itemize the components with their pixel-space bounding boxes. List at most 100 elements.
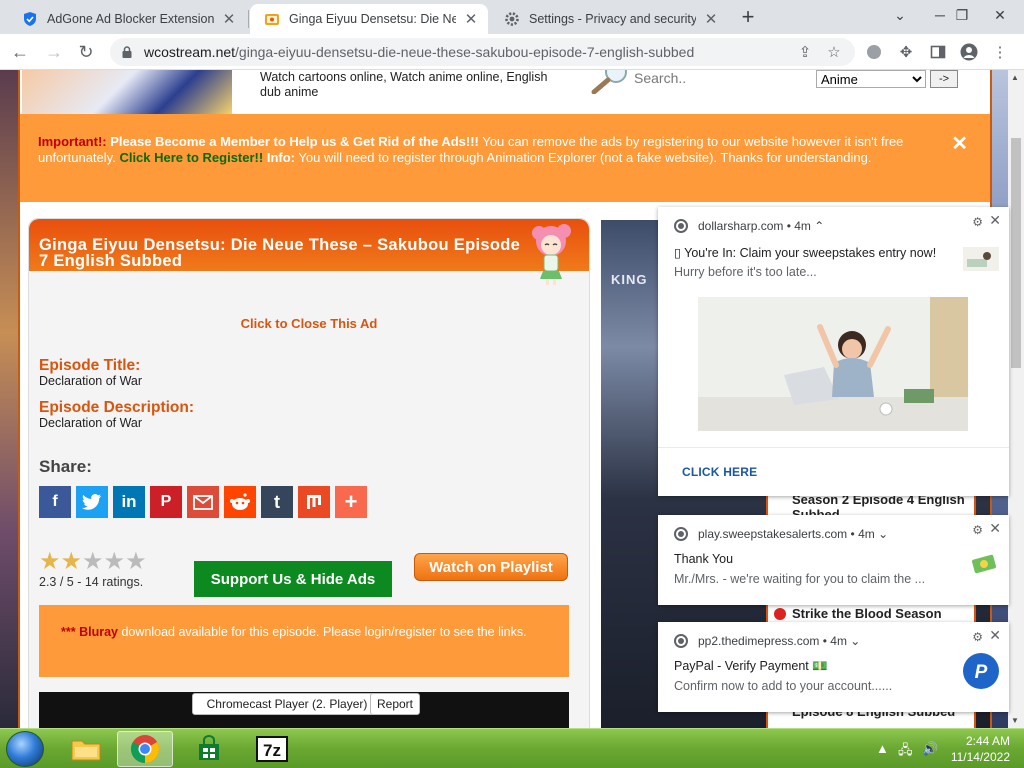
close-notification-icon[interactable]: ✕ <box>989 520 1001 537</box>
star-empty-icon[interactable]: ★ <box>125 550 147 574</box>
network-icon[interactable]: 🖧 <box>898 741 913 763</box>
notification-settings-icon[interactable]: ⚙ <box>972 215 983 229</box>
support-us-button[interactable]: Support Us & Hide Ads <box>194 561 392 597</box>
pinterest-share-icon[interactable]: P <box>150 486 182 518</box>
report-button[interactable]: Report <box>370 693 420 715</box>
notification-body: Hurry before it's too late... <box>674 265 817 279</box>
svg-text:7z: 7z <box>263 741 281 760</box>
play-bullet-icon <box>774 608 786 620</box>
extension-adgone-icon[interactable] <box>864 42 884 62</box>
linkedin-share-icon[interactable]: in <box>113 486 145 518</box>
tab-search-icon[interactable]: ⌄ <box>878 0 922 30</box>
notification-settings-icon[interactable]: ⚙ <box>972 523 983 537</box>
tab-ginga[interactable]: Ginga Eiyuu Densetsu: Die Neue ✕ <box>250 4 488 34</box>
forward-icon[interactable]: → <box>40 38 68 66</box>
bluray-asterisks: *** <box>61 625 76 639</box>
facebook-share-icon[interactable]: f <box>39 486 71 518</box>
notification-sweepstakes[interactable]: play.sweepstakesalerts.com • 4m ⌄ ⚙ ✕ Th… <box>658 515 1009 605</box>
star-empty-icon[interactable]: ★ <box>82 550 104 574</box>
chromecast-player-button[interactable]: Chromecast Player (2. Player) <box>192 693 382 715</box>
search-input[interactable]: Search.. <box>634 70 686 86</box>
mascot-image <box>529 221 583 287</box>
more-share-icon[interactable]: + <box>335 486 367 518</box>
bookmark-star-icon[interactable]: ☆ <box>824 42 844 62</box>
paypal-icon: P <box>963 653 999 689</box>
episode-panel: Ginga Eiyuu Densetsu: Die Neue These – S… <box>28 218 590 728</box>
notification-source: dollarsharp.com • 4m ⌃ <box>674 219 824 233</box>
show-hidden-icons-icon[interactable]: ▲ <box>876 741 889 756</box>
page-scrollbar[interactable]: ▲ ▼ <box>1008 70 1024 728</box>
volume-icon[interactable]: 🔊 <box>922 741 938 757</box>
new-tab-icon[interactable]: + <box>736 6 760 30</box>
side-panel-icon[interactable] <box>928 42 948 62</box>
close-notice-icon[interactable]: ✕ <box>951 134 968 154</box>
chrome-taskbar-icon[interactable] <box>117 731 173 767</box>
notification-body: Confirm now to add to your account...... <box>674 679 893 693</box>
twitter-share-icon[interactable] <box>76 486 108 518</box>
notification-settings-icon[interactable]: ⚙ <box>972 630 983 644</box>
star-full-icon[interactable]: ★ <box>39 550 61 574</box>
chrome-menu-icon[interactable]: ⋮ <box>990 42 1010 62</box>
bluray-word: Bluray <box>79 625 118 639</box>
tumblr-share-icon[interactable]: t <box>261 486 293 518</box>
notice-bold: Please Become a Member to Help us & Get … <box>110 134 479 149</box>
mix-share-icon[interactable] <box>298 486 330 518</box>
reload-icon[interactable]: ↻ <box>72 38 100 66</box>
tab-settings[interactable]: Settings - Privacy and security ✕ <box>490 4 728 34</box>
close-notification-icon[interactable]: ✕ <box>989 627 1001 644</box>
svg-text:P: P <box>975 662 988 683</box>
7zip-icon[interactable]: 7z <box>244 731 300 767</box>
page-title: Ginga Eiyuu Densetsu: Die Neue These – S… <box>39 236 521 270</box>
chrome-icon <box>674 219 688 233</box>
notification-source: pp2.thedimepress.com • 4m ⌄ <box>674 634 860 648</box>
list-item[interactable]: Strike the Blood Season <box>768 606 974 621</box>
system-clock[interactable]: 2:44 AM 11/14/2022 <box>951 733 1010 765</box>
register-link[interactable]: Click Here to Register!! <box>119 150 263 165</box>
scrollbar-thumb[interactable] <box>1011 138 1021 368</box>
close-window-icon[interactable]: ✕ <box>978 0 1022 30</box>
profile-avatar-icon[interactable] <box>959 42 979 62</box>
close-tab-icon[interactable]: ✕ <box>220 10 238 28</box>
close-ad-link[interactable]: Click to Close This Ad <box>29 316 589 331</box>
site-tagline: Watch cartoons online, Watch anime onlin… <box>260 70 548 99</box>
close-tab-icon[interactable]: ✕ <box>462 10 480 28</box>
tab-adgone[interactable]: AdGone Ad Blocker Extension ✕ <box>8 4 246 34</box>
tab-title: Ginga Eiyuu Densetsu: Die Neue <box>289 12 456 26</box>
notification-action-button[interactable]: CLICK HERE <box>682 465 757 479</box>
windows-taskbar: 7z ▲ 🖧 🔊 2:44 AM 11/14/2022 <box>0 728 1024 768</box>
back-icon[interactable]: ← <box>6 38 34 66</box>
chrome-icon <box>674 527 688 541</box>
notification-paypal[interactable]: pp2.thedimepress.com • 4m ⌄ ⚙ ✕ PayPal -… <box>658 622 1009 712</box>
notification-hero-image <box>674 297 994 431</box>
reddit-share-icon[interactable] <box>224 486 256 518</box>
rating-stars[interactable]: ★ ★ ★ ★ ★ <box>39 550 147 574</box>
extensions-puzzle-icon[interactable]: ✥ <box>896 42 916 62</box>
close-notification-icon[interactable]: ✕ <box>989 212 1001 229</box>
star-empty-icon[interactable]: ★ <box>104 550 126 574</box>
missing-glyph-icon: ▯ <box>674 246 685 260</box>
membership-notice: Important!: Please Become a Member to He… <box>20 114 990 202</box>
share-label: Share: <box>39 457 92 476</box>
store-icon[interactable] <box>181 731 237 767</box>
notice-info-label: Info: <box>266 150 295 165</box>
notification-source: play.sweepstakesalerts.com • 4m ⌄ <box>674 527 888 541</box>
address-bar[interactable]: wcostream.net/ginga-eiyuu-densetsu-die-n… <box>110 38 855 66</box>
close-tab-icon[interactable]: ✕ <box>702 10 720 28</box>
bluray-notice: *** Bluray download available for this e… <box>39 605 569 677</box>
url-host: wcostream.net <box>144 44 236 60</box>
file-explorer-icon[interactable] <box>58 731 114 767</box>
scroll-down-icon[interactable]: ▼ <box>1011 716 1019 725</box>
gmail-share-icon[interactable] <box>187 486 219 518</box>
notification-dollarsharp[interactable]: dollarsharp.com • 4m ⌃ ⚙ ✕ ▯ You're In: … <box>658 207 1009 496</box>
start-button-icon[interactable] <box>6 731 44 767</box>
tab-strip: AdGone Ad Blocker Extension ✕ Ginga Eiyu… <box>0 0 1024 34</box>
search-go-button[interactable]: -> <box>930 70 958 88</box>
scroll-up-icon[interactable]: ▲ <box>1011 73 1019 82</box>
notification-title: Thank You <box>674 552 734 566</box>
watch-playlist-button[interactable]: Watch on Playlist <box>414 553 568 581</box>
share-icon[interactable]: ⇪ <box>795 42 815 62</box>
category-select[interactable]: Anime <box>816 70 926 88</box>
browser-toolbar: ← → ↻ wcostream.net/ginga-eiyuu-densetsu… <box>0 34 1024 70</box>
star-full-icon[interactable]: ★ <box>61 550 83 574</box>
search-icon[interactable] <box>588 70 632 95</box>
